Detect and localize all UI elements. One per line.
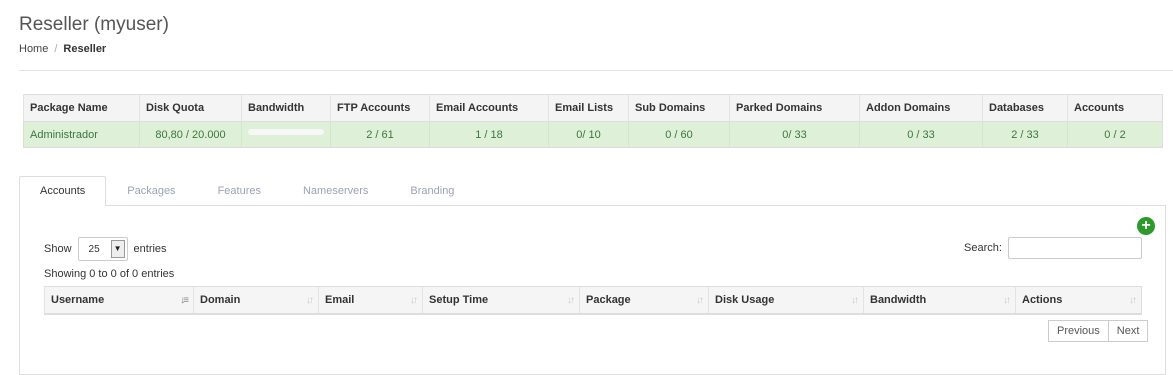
tab-accounts[interactable]: Accounts <box>19 176 107 206</box>
pagination: Previous Next <box>1048 320 1149 342</box>
breadcrumb-home[interactable]: Home <box>19 43 48 55</box>
cell-email-lists: 0/ 10 <box>548 121 629 148</box>
search-label: Search: <box>964 242 1002 254</box>
sort-asc-icon: ↓≡ <box>180 295 189 306</box>
next-button[interactable]: Next <box>1108 320 1149 342</box>
cell-parked-domains: 0/ 33 <box>729 121 860 148</box>
col-sub-domains: Sub Domains <box>628 94 730 122</box>
tab-nameservers[interactable]: Nameservers <box>282 176 389 206</box>
entries-info: Showing 0 to 0 of 0 entries <box>44 268 175 280</box>
page-title: Reseller (myuser) <box>19 14 169 35</box>
col-ftp-accounts: FTP Accounts <box>330 94 430 122</box>
col-disk-usage-label: Disk Usage <box>715 293 775 306</box>
col-domain[interactable]: Domain ↓↑ <box>193 286 319 315</box>
show-label: Show <box>44 243 72 255</box>
page-size-value: 25 <box>88 243 100 255</box>
sort-icon: ↓↑ <box>1003 295 1011 306</box>
tab-bar: Accounts Packages Features Nameservers B… <box>19 176 475 206</box>
cell-bandwidth <box>241 121 331 148</box>
col-package-name: Package Name <box>23 94 140 122</box>
sort-icon: ↓↑ <box>696 295 704 306</box>
sort-icon: ↓↑ <box>410 295 418 306</box>
cell-disk-quota: 80,80 / 20.000 <box>139 121 242 148</box>
col-email-lists: Email Lists <box>548 94 629 122</box>
col-account-bandwidth-label: Bandwidth <box>870 293 927 306</box>
package-table-header: Package Name Disk Quota Bandwidth FTP Ac… <box>23 94 1163 122</box>
col-disk-quota: Disk Quota <box>139 94 242 122</box>
cell-sub-domains: 0 / 60 <box>628 121 730 148</box>
col-email[interactable]: Email ↓↑ <box>318 286 423 315</box>
breadcrumb: Home / Reseller <box>19 43 106 55</box>
col-setup-time[interactable]: Setup Time ↓↑ <box>422 286 580 315</box>
col-package-label: Package <box>586 293 631 306</box>
col-parked-domains: Parked Domains <box>729 94 860 122</box>
col-actions-label: Actions <box>1022 293 1063 306</box>
cell-package-name: Administrador <box>23 121 140 148</box>
bandwidth-bar <box>248 129 324 135</box>
col-username-label: Username <box>51 293 105 306</box>
cell-email-accounts: 1 / 18 <box>429 121 549 148</box>
table-row: Administrador 80,80 / 20.000 2 / 61 1 / … <box>23 121 1163 148</box>
cell-databases: 2 / 33 <box>982 121 1068 148</box>
col-accounts: Accounts <box>1067 94 1163 122</box>
previous-button[interactable]: Previous <box>1048 320 1109 342</box>
col-username[interactable]: Username ↓≡ <box>44 286 194 315</box>
col-email-label: Email <box>325 293 355 306</box>
search-input[interactable] <box>1007 237 1142 259</box>
col-account-bandwidth[interactable]: Bandwidth ↓↑ <box>863 286 1016 315</box>
col-setup-time-label: Setup Time <box>429 293 489 306</box>
cell-ftp-accounts: 2 / 61 <box>330 121 430 148</box>
sort-icon: ↓↑ <box>851 295 859 306</box>
header-divider <box>19 70 1173 71</box>
page-size-select[interactable]: 25 ▼ <box>77 237 128 261</box>
tab-packages[interactable]: Packages <box>106 176 196 206</box>
col-disk-usage[interactable]: Disk Usage ↓↑ <box>708 286 864 315</box>
col-bandwidth: Bandwidth <box>241 94 331 122</box>
col-email-accounts: Email Accounts <box>429 94 549 122</box>
col-addon-domains: Addon Domains <box>859 94 983 122</box>
sort-icon: ↓↑ <box>567 295 575 306</box>
cell-addon-domains: 0 / 33 <box>859 121 983 148</box>
breadcrumb-current: Reseller <box>63 43 107 55</box>
col-package[interactable]: Package ↓↑ <box>579 286 709 315</box>
search-control: Search: <box>964 237 1142 259</box>
caret-down-icon[interactable]: ▼ <box>110 240 125 258</box>
package-table: Package Name Disk Quota Bandwidth FTP Ac… <box>23 94 1163 148</box>
tab-branding[interactable]: Branding <box>389 176 475 206</box>
col-domain-label: Domain <box>200 293 241 306</box>
page-size-control: Show 25 ▼ entries <box>44 237 167 261</box>
accounts-table: Username ↓≡ Domain ↓↑ Email ↓↑ Setup Time ↓↑… <box>44 286 1142 315</box>
col-databases: Databases <box>982 94 1068 122</box>
col-actions[interactable]: Actions ↓↑ <box>1015 286 1142 315</box>
breadcrumb-separator: / <box>54 43 58 55</box>
sort-icon: ↓↑ <box>306 295 314 306</box>
accounts-table-header: Username ↓≡ Domain ↓↑ Email ↓↑ Setup Time ↓↑… <box>44 286 1142 315</box>
plus-circle-icon[interactable]: + <box>1137 217 1155 235</box>
tab-features[interactable]: Features <box>197 176 282 206</box>
entries-label: entries <box>133 243 167 255</box>
cell-accounts: 0 / 2 <box>1067 121 1163 148</box>
sort-icon: ↓↑ <box>1129 295 1137 306</box>
